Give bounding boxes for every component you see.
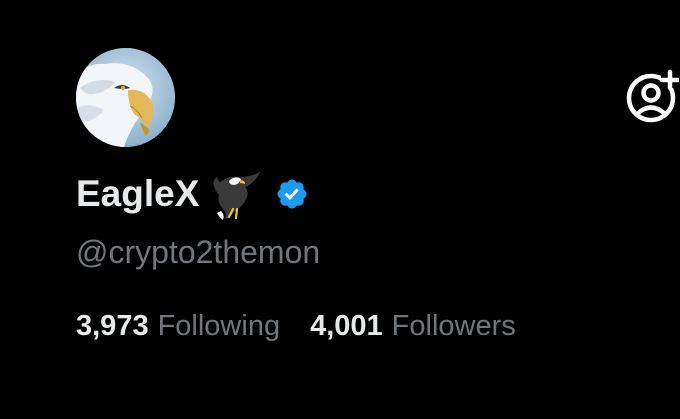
verified-badge-icon[interactable] — [275, 177, 309, 211]
display-name: EagleX — [76, 173, 200, 214]
following-count: 3,973 — [76, 310, 149, 342]
following-label: Following — [157, 310, 281, 342]
profile-stats: 3,973 Following 4,001 Followers — [76, 310, 516, 343]
following-link[interactable]: 3,973 Following — [76, 310, 280, 343]
add-user-icon — [626, 69, 679, 123]
followers-label: Followers — [391, 310, 516, 342]
user-handle: @crypto2themon — [76, 234, 321, 270]
eagle-emoji-icon — [209, 167, 263, 221]
eagle-avatar-image — [76, 48, 175, 147]
followers-count: 4,001 — [310, 310, 383, 342]
followers-link[interactable]: 4,001 Followers — [310, 310, 516, 343]
avatar[interactable] — [76, 48, 175, 147]
follow-button[interactable] — [623, 68, 679, 124]
profile-name-row: EagleX — [76, 166, 309, 222]
